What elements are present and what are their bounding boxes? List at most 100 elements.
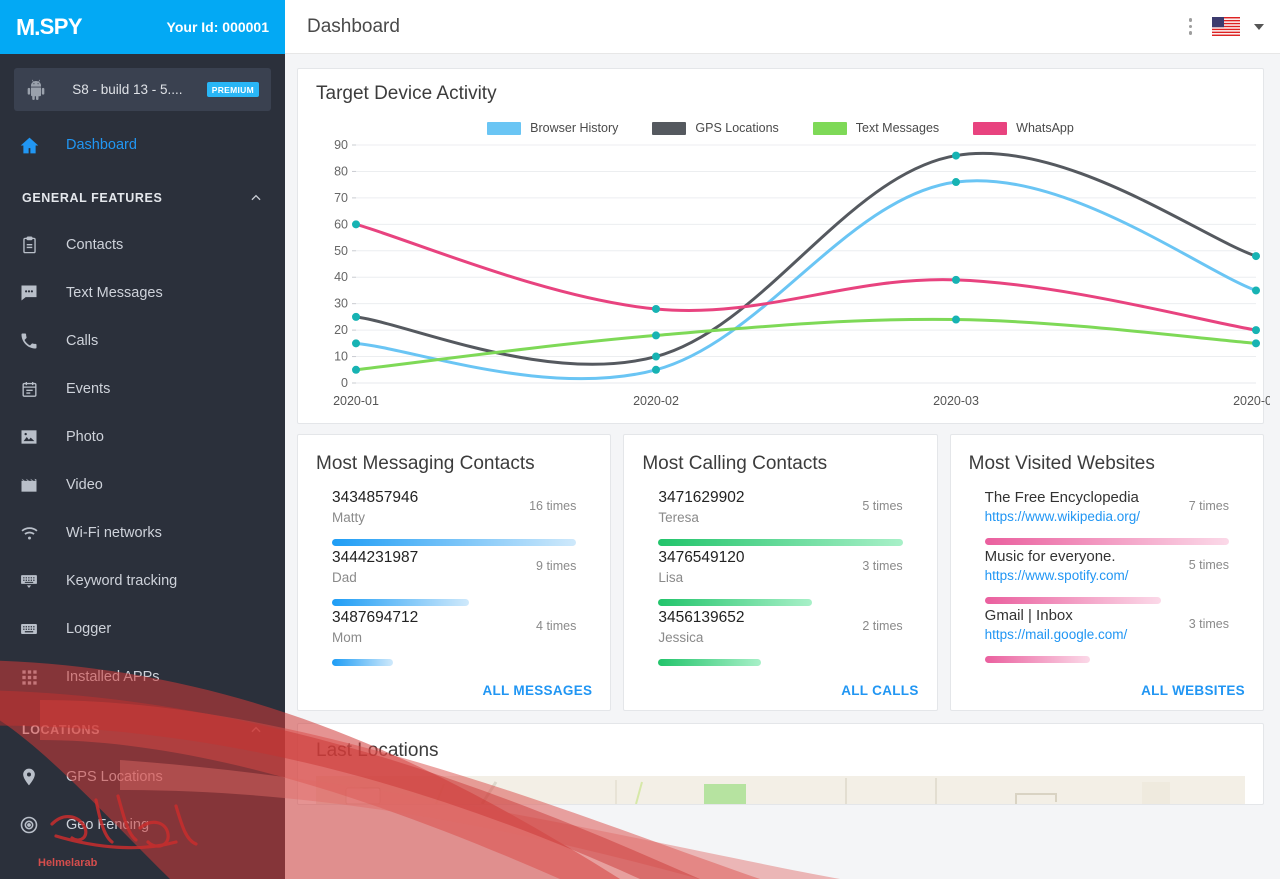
x-tick-label: 2020-02 xyxy=(633,394,679,408)
most-visited-websites-card: Most Visited Websites The Free Encyclope… xyxy=(949,434,1264,711)
data-point xyxy=(652,365,660,374)
sidebar-item-logger[interactable]: Logger xyxy=(0,605,285,653)
sidebar-item-label: Wi-Fi networks xyxy=(66,525,162,541)
android-icon xyxy=(26,79,46,101)
list-item-name: Jessica xyxy=(658,630,704,645)
list-item-head: Music for everyone. https://www.spotify.c… xyxy=(985,548,1229,583)
data-point xyxy=(952,315,960,324)
sidebar-group-general-features[interactable]: GENERAL FEATURES xyxy=(0,175,285,221)
sidebar-item-label: Dashboard xyxy=(66,137,137,153)
list-item-head: 3444231987 Dad 9 times xyxy=(332,549,576,585)
list-item-text: 3487694712 Mom xyxy=(332,609,418,645)
list-item-url[interactable]: https://www.spotify.com/ xyxy=(985,568,1129,583)
sidebar-item-text-messages[interactable]: Text Messages xyxy=(0,269,285,317)
sidebar: M. SPY Your Id: 000001 S8 - build 13 - 5.… xyxy=(0,0,285,879)
all-calls-link[interactable]: ALL CALLS xyxy=(642,669,918,698)
legend-swatch-0 xyxy=(487,121,522,135)
legend-label: Text Messages xyxy=(855,121,940,135)
y-tick-label: 50 xyxy=(334,244,348,258)
data-point xyxy=(352,339,360,348)
chevron-down-icon[interactable] xyxy=(1254,23,1264,30)
all-messages-link[interactable]: ALL MESSAGES xyxy=(316,669,592,698)
chevron-up-icon xyxy=(249,723,263,737)
series-line xyxy=(354,317,1258,372)
data-point xyxy=(1252,286,1260,295)
chevron-up-icon xyxy=(249,191,263,205)
list-item-head: 3434857946 Matty 16 times xyxy=(332,489,576,525)
device-selector[interactable]: S8 - build 13 - 5.... PREMIUM xyxy=(14,68,271,111)
x-tick-label: 2020-04 xyxy=(1233,394,1270,408)
list-item[interactable]: The Free Encyclopedia https://www.wikiped… xyxy=(984,489,1229,545)
map-preview[interactable] xyxy=(316,776,1245,804)
legend-item[interactable]: GPS Locations xyxy=(652,121,779,135)
list-item-primary: 3444231987 xyxy=(332,549,419,566)
list-item[interactable]: 3487694712 Mom 4 times xyxy=(332,609,576,666)
list-item-head: Gmail | Inbox https://mail.google.com/3 t… xyxy=(985,607,1229,642)
most-calling-contacts-card: Most Calling Contacts 3471629902 Teresa 5 … xyxy=(623,434,938,711)
data-point xyxy=(352,365,360,374)
series-line xyxy=(354,152,1258,366)
x-tick-label: 2020-03 xyxy=(933,394,979,408)
list-item-text: 3471629902 Teresa xyxy=(658,489,744,525)
list-item[interactable]: Gmail | Inbox https://mail.google.com/3 t… xyxy=(984,607,1229,663)
all-websites-link[interactable]: ALL WEBSITES xyxy=(969,669,1245,698)
list-item[interactable]: 3471629902 Teresa 5 times xyxy=(658,489,903,546)
last-locations-card: Last Locations xyxy=(297,723,1264,805)
calling-list: 3471629902 Teresa 5 times 3476549120 Lisa 3 t… xyxy=(642,489,918,669)
data-point xyxy=(952,178,960,187)
legend-item[interactable]: Text Messages xyxy=(812,121,940,135)
list-item-text: 3476549120 Lisa xyxy=(658,549,744,585)
list-item-text: Music for everyone. https://www.spotify.c… xyxy=(985,548,1129,583)
list-item-count: 3 times xyxy=(862,559,903,573)
list-item-name: Lisa xyxy=(658,570,684,585)
list-item-primary: The Free Encyclopedia xyxy=(984,489,1139,506)
card-title: Most Calling Contacts xyxy=(642,453,828,474)
us-flag-icon[interactable] xyxy=(1212,17,1240,36)
legend-item[interactable]: WhatsApp xyxy=(973,121,1074,135)
logo[interactable]: M. SPY xyxy=(16,14,83,41)
list-item-head: The Free Encyclopedia https://www.wikiped… xyxy=(985,489,1229,524)
data-point xyxy=(352,220,360,229)
progress-bar xyxy=(658,539,903,546)
list-item[interactable]: 3444231987 Dad 9 times xyxy=(332,549,576,606)
photo-icon xyxy=(14,427,44,447)
list-item-count: 4 times xyxy=(536,619,577,633)
chart-legend: Browser History GPS Locations Text Message… xyxy=(316,121,1245,135)
sidebar-group-locations[interactable]: LOCATIONS xyxy=(0,707,285,753)
sidebar-item-installed-apps[interactable]: Installed APPs xyxy=(0,653,285,701)
apps-grid-icon xyxy=(14,668,44,687)
data-point xyxy=(1252,252,1260,261)
sidebar-item-events[interactable]: Events xyxy=(0,365,285,413)
list-item[interactable]: Music for everyone. https://www.spotify.c… xyxy=(984,548,1229,604)
list-item[interactable]: 3456139652 Jessica 2 times xyxy=(658,609,903,666)
sidebar-item-wifi-networks[interactable]: Wi-Fi networks xyxy=(0,509,285,557)
sidebar-item-gps-locations[interactable]: GPS Locations xyxy=(0,753,285,801)
list-item-count: 16 times xyxy=(529,499,577,513)
sidebar-item-dashboard[interactable]: Dashboard xyxy=(0,121,285,169)
sidebar-item-contacts[interactable]: Contacts xyxy=(0,221,285,269)
sidebar-item-label: Photo xyxy=(66,429,104,445)
sidebar-item-photo[interactable]: Photo xyxy=(0,413,285,461)
calendar-icon xyxy=(14,380,44,399)
y-tick-label: 0 xyxy=(341,376,348,390)
x-tick-label: 2020-01 xyxy=(333,394,379,408)
card-title: Most Messaging Contacts xyxy=(316,453,535,474)
list-item-name: Matty xyxy=(332,510,366,525)
list-item[interactable]: 3434857946 Matty 16 times xyxy=(332,489,577,546)
list-item-name: Dad xyxy=(332,570,357,585)
list-item-url[interactable]: https://www.wikipedia.org/ xyxy=(985,509,1140,524)
legend-item[interactable]: Browser History xyxy=(487,121,618,135)
contacts-icon xyxy=(14,236,44,255)
sidebar-group-label: GENERAL FEATURES xyxy=(22,191,163,205)
sidebar-item-keyword-tracking[interactable]: Keyword tracking xyxy=(0,557,285,605)
list-item[interactable]: 3476549120 Lisa 3 times xyxy=(658,549,903,606)
sidebar-item-label: Geo Fencing xyxy=(66,817,150,833)
target-icon xyxy=(14,815,44,835)
sidebar-item-geo-fencing[interactable]: Geo Fencing xyxy=(0,801,285,849)
more-vertical-icon[interactable] xyxy=(1183,14,1199,39)
card-title: Last Locations xyxy=(316,740,439,761)
sidebar-item-label: Calls xyxy=(66,333,99,349)
list-item-url[interactable]: https://mail.google.com/ xyxy=(985,627,1128,642)
sidebar-item-video[interactable]: Video xyxy=(0,461,285,509)
sidebar-item-calls[interactable]: Calls xyxy=(0,317,285,365)
